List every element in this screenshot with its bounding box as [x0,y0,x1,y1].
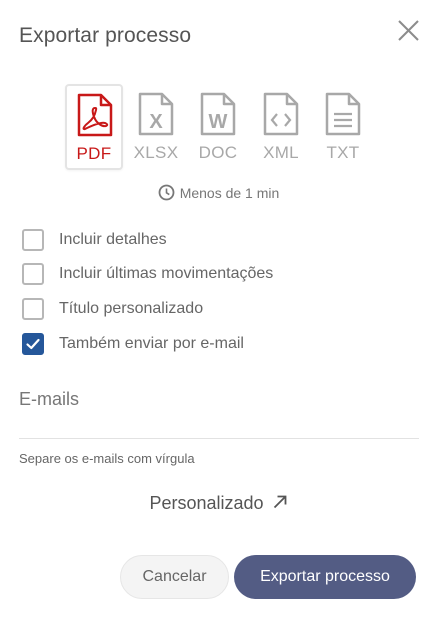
format-pdf[interactable]: PDF [65,84,123,170]
xlsx-file-icon: X [138,92,174,136]
option-include-details[interactable]: Incluir detalhes [22,229,322,253]
xml-file-icon [263,92,299,136]
export-button[interactable]: Exportar processo [234,555,416,599]
format-label: PDF [76,144,112,163]
emails-label: E-mails [19,389,80,409]
format-doc[interactable]: W DOC [189,84,247,170]
option-label: Título personalizado [59,300,204,317]
checkmark-icon [26,338,40,350]
checkbox[interactable] [22,263,44,285]
doc-file-icon: W [200,92,236,136]
format-xml[interactable]: XML [252,84,310,170]
format-selector: PDF X XLSX W DOC XML TXT [0,84,437,172]
format-label: XML [263,143,299,162]
txt-file-icon [325,92,361,136]
clock-icon [158,184,175,204]
dialog-title: Exportar processo [19,24,192,47]
option-label: Incluir últimas movimentações [59,265,274,282]
format-label: TXT [326,143,360,162]
svg-text:W: W [209,111,228,133]
cancel-button[interactable]: Cancelar [120,555,229,599]
export-dialog: Exportar processo PDF X XLSX W DOC XML T… [0,0,437,621]
close-icon[interactable] [393,15,425,47]
checkbox[interactable] [22,229,44,251]
emails-hint: Separe os e-mails com vírgula [19,451,195,466]
checkbox-checked[interactable] [22,333,44,355]
pdf-file-icon [77,93,113,137]
format-label: DOC [198,143,238,162]
custom-link-label: Personalizado [149,493,264,513]
custom-link[interactable]: Personalizado [0,493,437,515]
option-include-movements[interactable]: Incluir últimas movimentações [22,263,322,287]
option-label: Também enviar por e-mail [59,335,244,352]
arrow-up-right-icon [272,494,288,515]
option-send-email[interactable]: Também enviar por e-mail [22,333,322,357]
time-estimate-text: Menos de 1 min [179,185,280,201]
time-estimate: Menos de 1 min [0,184,437,204]
emails-input[interactable] [19,412,419,439]
option-custom-title[interactable]: Título personalizado [22,298,322,322]
checkbox[interactable] [22,298,44,320]
format-txt[interactable]: TXT [314,84,372,170]
format-label: XLSX [133,143,179,162]
svg-text:X: X [149,111,163,133]
option-label: Incluir detalhes [59,231,167,248]
format-xlsx[interactable]: X XLSX [127,84,185,170]
